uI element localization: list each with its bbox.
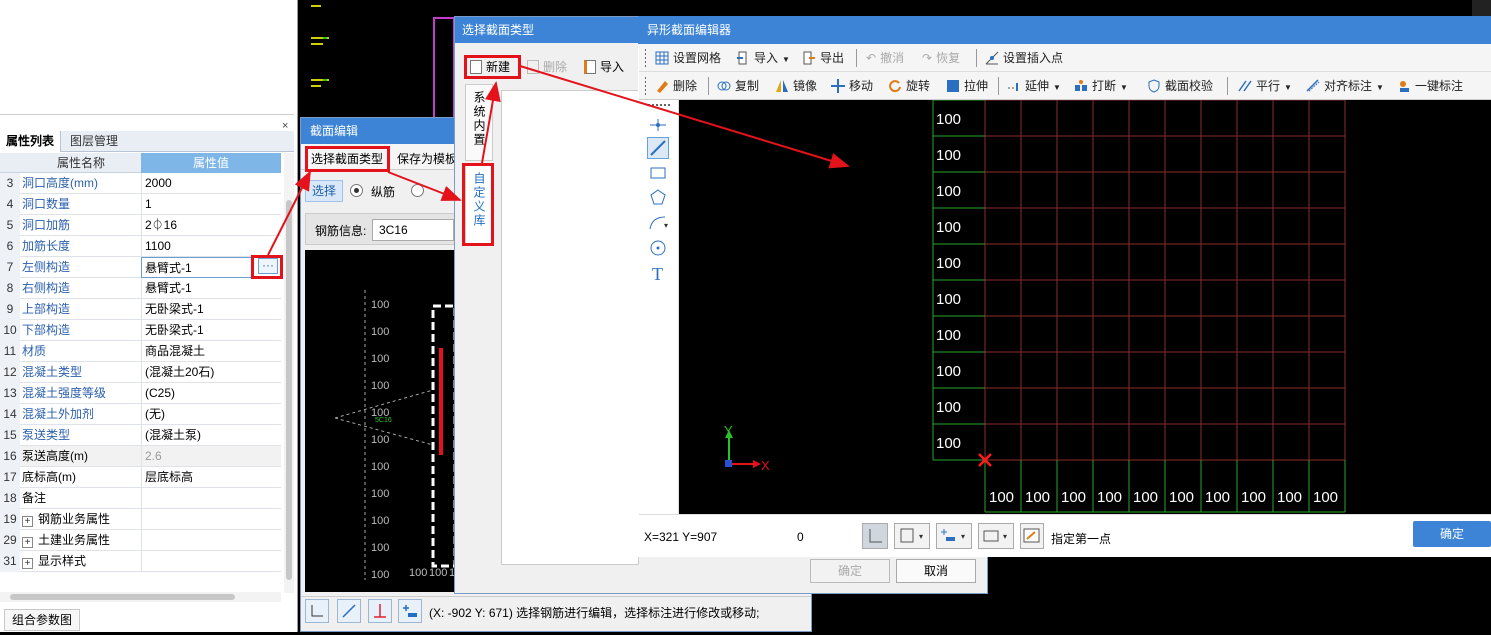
- annotation-arrows: [267, 65, 850, 256]
